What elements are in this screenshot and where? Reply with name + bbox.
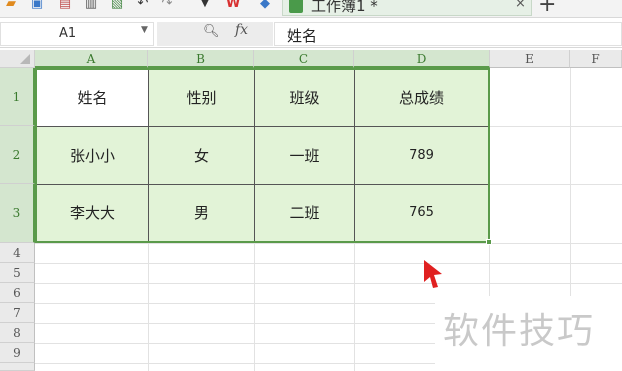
gridline — [35, 243, 622, 244]
row-header-6[interactable]: 6 — [0, 283, 35, 303]
row-header-2[interactable]: 2 — [0, 126, 35, 184]
cell-a2[interactable]: 张小小 — [37, 127, 149, 185]
column-header-f[interactable]: F — [570, 50, 622, 68]
formula-input[interactable]: 姓名 — [274, 22, 622, 46]
cell-c2[interactable]: 一班 — [255, 127, 355, 185]
name-box-dropdown-icon[interactable]: ▼ — [141, 25, 148, 35]
column-header-a[interactable]: A — [35, 50, 148, 68]
column-header-e[interactable]: E — [490, 50, 570, 68]
row-header-10[interactable] — [0, 363, 35, 371]
toolbar-dropdown-icon[interactable]: ▼ — [198, 0, 212, 11]
name-box-value: A1 — [59, 26, 77, 41]
column-header-d[interactable]: D — [354, 50, 490, 68]
wps-logo-icon[interactable]: W — [226, 0, 240, 11]
undo-icon[interactable]: ↶ — [136, 0, 150, 11]
open-folder-icon[interactable]: ▰ — [4, 0, 18, 11]
cell-c3[interactable]: 二班 — [255, 185, 355, 241]
cell-d2[interactable]: 789 — [355, 127, 488, 185]
cell-d3[interactable]: 765 — [355, 185, 488, 241]
cell-c1[interactable]: 班级 — [255, 70, 355, 127]
row-header-5[interactable]: 5 — [0, 263, 35, 283]
row-header-8[interactable]: 8 — [0, 323, 35, 343]
export-pdf-icon[interactable]: ▤ — [58, 0, 72, 11]
select-all-triangle-icon — [20, 54, 30, 64]
formula-tools: 🔍︎ fx — [157, 22, 273, 46]
document-tab-title: 工作簿1 * — [311, 0, 378, 15]
insert-function-icon[interactable]: fx — [235, 22, 248, 38]
cell-d1[interactable]: 总成绩 — [355, 70, 488, 127]
row-header-7[interactable]: 7 — [0, 303, 35, 323]
cell-a1[interactable]: 姓名 — [37, 70, 149, 127]
cell-b2[interactable]: 女 — [149, 127, 255, 185]
save-icon[interactable]: ▣ — [30, 0, 44, 11]
row-header-9[interactable]: 9 — [0, 343, 35, 363]
document-tab[interactable]: 工作簿1 * × — [282, 0, 532, 16]
formula-bar: A1 ▼ 🔍︎ fx 姓名 — [0, 20, 622, 48]
zoom-icon[interactable]: 🔍︎ — [203, 24, 220, 39]
print-icon[interactable]: ▥ — [84, 0, 98, 11]
fill-handle[interactable] — [486, 239, 492, 245]
row-header-1[interactable]: 1 — [0, 68, 35, 126]
cloud-docs-icon[interactable]: ◆ — [258, 0, 272, 11]
new-tab-icon[interactable]: + — [538, 0, 556, 17]
watermark-text: 软件技巧 — [443, 311, 596, 352]
redo-icon[interactable]: ↷ — [160, 0, 174, 11]
name-box[interactable]: A1 ▼ — [0, 22, 154, 46]
close-tab-icon[interactable]: × — [515, 0, 526, 11]
cell-b3[interactable]: 男 — [149, 185, 255, 241]
cell-b1[interactable]: 性别 — [149, 70, 255, 127]
mouse-cursor-icon — [424, 260, 442, 288]
gridline — [35, 283, 622, 284]
cell-a3[interactable]: 李大大 — [37, 185, 149, 241]
gridline — [35, 263, 622, 264]
spreadsheet-icon — [289, 0, 303, 13]
formula-input-value: 姓名 — [287, 27, 318, 45]
column-header-b[interactable]: B — [148, 50, 254, 68]
data-table: 姓名 性别 班级 总成绩 张小小 女 一班 789 李大大 男 二班 765 — [35, 68, 490, 243]
select-all-corner[interactable] — [0, 50, 35, 68]
column-header-c[interactable]: C — [254, 50, 354, 68]
row-header-3[interactable]: 3 — [0, 184, 35, 243]
print-preview-icon[interactable]: ▧ — [110, 0, 124, 11]
row-header-4[interactable]: 4 — [0, 243, 35, 263]
